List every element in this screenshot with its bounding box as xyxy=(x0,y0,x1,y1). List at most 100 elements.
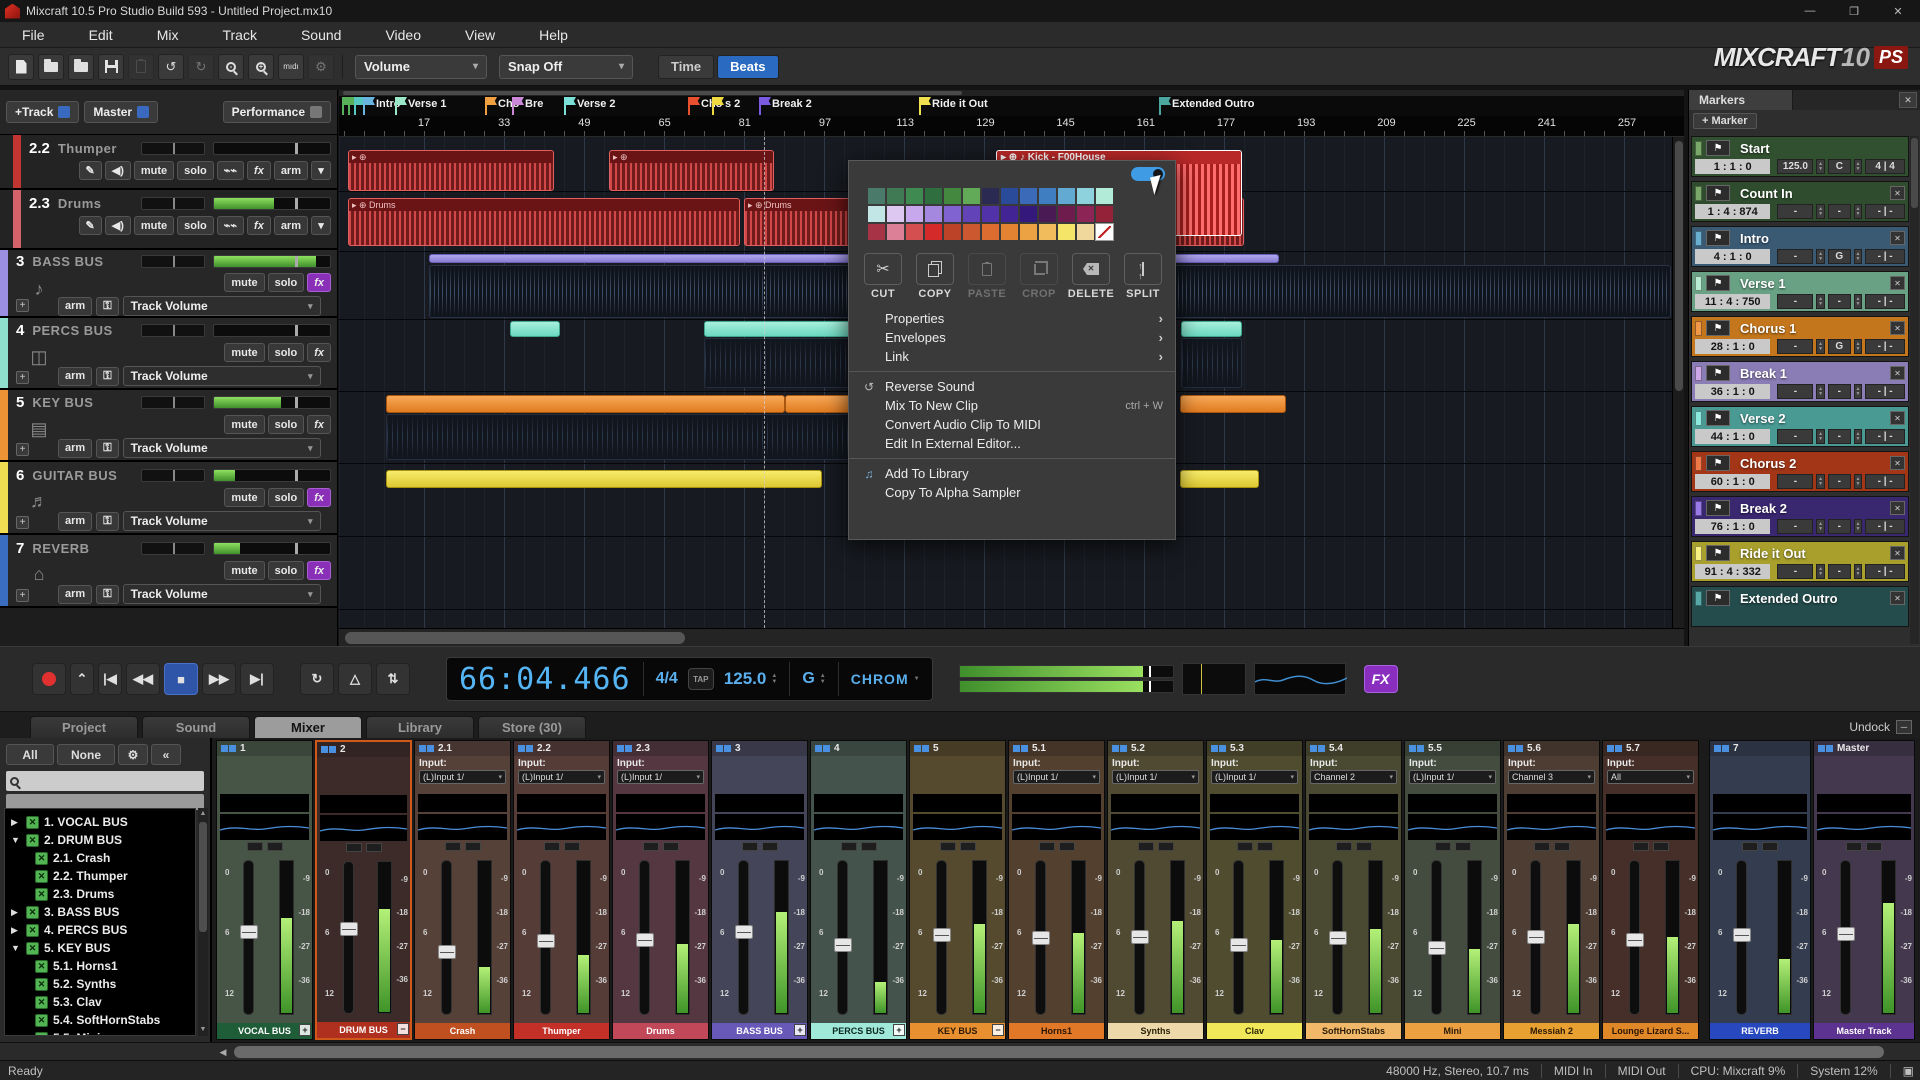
channel-name-label[interactable]: DRUM BUS− xyxy=(317,1022,410,1038)
input-select[interactable]: All▾ xyxy=(1607,770,1694,784)
solo-button[interactable]: solo xyxy=(177,161,214,180)
color-swatch[interactable] xyxy=(1077,188,1094,204)
eq-display[interactable] xyxy=(418,814,507,840)
delete-action[interactable]: ✕DELETE xyxy=(1067,253,1115,300)
marker-tempo-field[interactable]: - xyxy=(1777,564,1813,579)
markers-tab[interactable]: Markers xyxy=(1689,90,1793,110)
tree-scrollbar[interactable]: ▲ ▼ xyxy=(198,808,208,1036)
marker-card-verse-1[interactable]: ⚑Verse 1✕11 : 4 : 750-▲▼-▲▼- | - xyxy=(1691,271,1909,312)
color-swatch[interactable] xyxy=(925,224,942,240)
marker-color-chip[interactable] xyxy=(1695,546,1702,561)
tap-tempo-button[interactable]: TAP xyxy=(688,668,714,690)
flag-icon[interactable]: ⚑ xyxy=(1706,590,1730,606)
marker-meter-field[interactable]: 4 | 4 xyxy=(1865,159,1905,174)
fader-handle[interactable] xyxy=(1837,927,1855,941)
go-to-start-button[interactable]: |◀ xyxy=(98,663,122,695)
tempo-spinner[interactable]: ▲▼ xyxy=(1816,204,1825,219)
mute-button[interactable]: mute xyxy=(224,343,264,362)
flag-icon[interactable]: ⚑ xyxy=(1706,500,1730,516)
collapse-badge[interactable]: + xyxy=(893,1024,905,1036)
arm-button[interactable]: arm xyxy=(58,439,92,458)
tempo-readout[interactable]: 125.0 xyxy=(724,669,767,689)
mixer-strip-1[interactable]: 10612-9-18-27-36VOCAL BUS+ xyxy=(216,740,313,1040)
playhead[interactable] xyxy=(764,137,765,628)
add-subtrack-button[interactable]: + xyxy=(16,516,29,529)
zoom-out-icon[interactable]: - xyxy=(218,54,244,80)
fader-track[interactable] xyxy=(738,860,749,1015)
tree-expand-arrow[interactable]: ▶ xyxy=(11,817,21,828)
tempo-spinner[interactable]: ▲▼ xyxy=(1816,564,1825,579)
color-swatch[interactable] xyxy=(982,188,999,204)
key-spinner[interactable]: ▲▼ xyxy=(820,673,826,685)
marker-meter-field[interactable]: - | - xyxy=(1865,384,1905,399)
tempo-spinner[interactable]: ▲▼ xyxy=(1816,294,1825,309)
key-spinner[interactable]: ▲▼ xyxy=(1854,474,1863,489)
flag-icon[interactable]: ⚑ xyxy=(1706,320,1730,336)
menu-mix[interactable]: Mix xyxy=(135,27,201,43)
color-swatch[interactable] xyxy=(868,206,885,222)
fx-slot[interactable] xyxy=(1309,794,1398,812)
fader-handle[interactable] xyxy=(537,934,555,948)
chevron-down-icon[interactable]: ▾ xyxy=(311,161,331,180)
mixer-strip-7[interactable]: 70612-9-18-27-36REVERB xyxy=(1709,740,1811,1040)
lock-icon[interactable]: ⚿ xyxy=(96,367,118,386)
marker-color-chip[interactable] xyxy=(1695,186,1702,201)
channel-name-label[interactable]: Messiah 2 xyxy=(1504,1023,1599,1039)
tempo-spinner[interactable]: ▲▼ xyxy=(1816,159,1825,174)
color-swatch[interactable] xyxy=(1058,206,1075,222)
delete-marker-button[interactable]: ✕ xyxy=(1890,411,1905,425)
mixer-strip-5.5[interactable]: 5.5Input:(L)Input 1/▾0612-9-18-27-36Mini xyxy=(1404,740,1501,1040)
fader-handle[interactable] xyxy=(1428,941,1446,955)
tree-item-5-2-synths[interactable]: ✕5.2. Synths xyxy=(5,975,195,993)
color-swatch[interactable] xyxy=(925,188,942,204)
input-select[interactable]: (L)Input 1/▾ xyxy=(1211,770,1298,784)
key-spinner[interactable]: ▲▼ xyxy=(1854,339,1863,354)
menu-item-convert-audio-clip-to-midi[interactable]: Convert Audio Clip To MIDI xyxy=(849,415,1175,434)
mute-button[interactable]: mute xyxy=(134,161,174,180)
fx-slot[interactable] xyxy=(1111,794,1200,812)
marker-key-field[interactable]: G xyxy=(1828,339,1851,354)
solo-button[interactable]: solo xyxy=(268,343,305,362)
master-fx-button[interactable]: FX xyxy=(1364,665,1398,693)
copy-action[interactable]: COPY xyxy=(911,253,959,300)
fader-track[interactable] xyxy=(1233,860,1244,1015)
collapse-badge[interactable]: + xyxy=(299,1024,311,1036)
close-panel-button[interactable]: ✕ xyxy=(1899,92,1917,108)
volume-slider[interactable] xyxy=(213,142,331,155)
arrangement-horizontal-scrollbar[interactable] xyxy=(339,628,1684,646)
key-spinner[interactable]: ▲▼ xyxy=(1854,294,1863,309)
eq-display[interactable] xyxy=(1408,814,1497,840)
fader-handle[interactable] xyxy=(1329,931,1347,945)
speaker-icon[interactable]: ◀) xyxy=(105,161,131,180)
pan-slider[interactable] xyxy=(141,142,205,155)
audio-clip[interactable] xyxy=(386,470,822,488)
fx-slot[interactable] xyxy=(1817,794,1911,812)
color-swatch[interactable] xyxy=(1001,206,1018,222)
marker-color-chip[interactable] xyxy=(1695,276,1702,291)
tree-item-4-percs-bus[interactable]: ▶✕4. PERCS BUS xyxy=(5,921,195,939)
close-button[interactable]: ✕ xyxy=(1876,0,1920,22)
audio-clip[interactable] xyxy=(1181,338,1242,388)
fx-slot[interactable] xyxy=(418,794,507,812)
arm-button[interactable]: arm xyxy=(58,585,92,604)
eq-display[interactable] xyxy=(320,815,407,841)
marker-key-field[interactable]: - xyxy=(1828,474,1851,489)
channel-name-label[interactable]: VOCAL BUS+ xyxy=(217,1023,312,1039)
marker-meter-field[interactable]: - | - xyxy=(1865,204,1905,219)
menu-item-add-to-library[interactable]: ♫Add To Library xyxy=(849,464,1175,483)
eq-display[interactable] xyxy=(517,814,606,840)
menu-item-envelopes[interactable]: Envelopes› xyxy=(849,328,1175,347)
zoom-in-icon[interactable]: + xyxy=(248,54,274,80)
punch-button[interactable]: ⌃ xyxy=(70,663,94,695)
mixer-strip-3[interactable]: 30612-9-18-27-36BASS BUS+ xyxy=(711,740,808,1040)
channel-name-label[interactable]: Lounge Lizard S... xyxy=(1603,1023,1698,1039)
fader-track[interactable] xyxy=(837,860,848,1015)
marker-color-chip[interactable] xyxy=(1695,231,1702,246)
arm-button[interactable]: arm xyxy=(274,216,308,235)
eq-display[interactable] xyxy=(1012,814,1101,840)
key-spinner[interactable]: ▲▼ xyxy=(1854,159,1863,174)
marker-card-extended-outro[interactable]: ⚑Extended Outro✕ xyxy=(1691,586,1909,627)
fader-track[interactable] xyxy=(343,861,354,1014)
color-swatch[interactable] xyxy=(925,206,942,222)
input-select[interactable]: (L)Input 1/▾ xyxy=(1112,770,1199,784)
